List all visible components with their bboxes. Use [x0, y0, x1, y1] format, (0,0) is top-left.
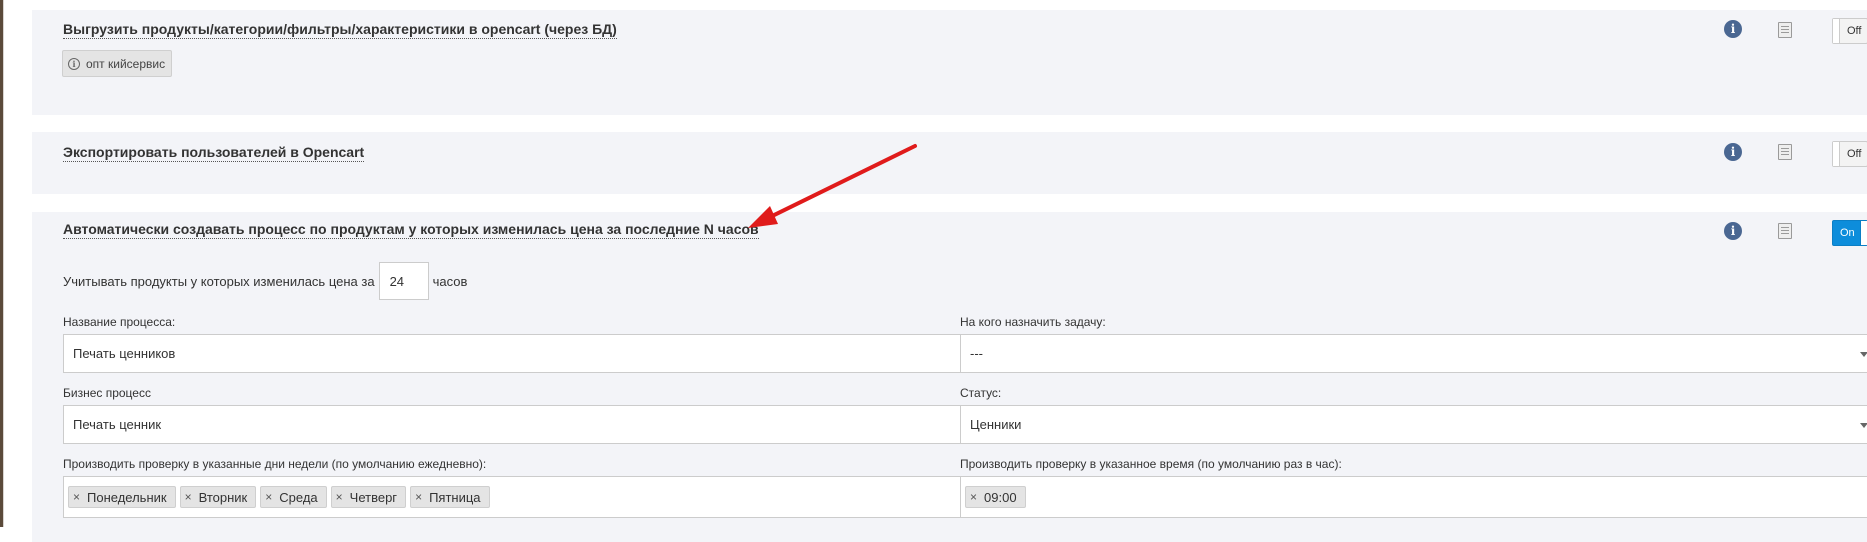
- business-process-select[interactable]: Печать ценник: [63, 405, 981, 444]
- store-tag: i опт кийсервис: [62, 50, 173, 77]
- chip-remove-icon[interactable]: ×: [185, 490, 192, 504]
- time-label: Производить проверку в указанное время (…: [960, 457, 1342, 471]
- enable-toggle[interactable]: Off: [1832, 18, 1867, 44]
- copy-icon[interactable]: [1778, 144, 1792, 160]
- task-row-export-users: Экспортировать пользователей в Opencart …: [32, 132, 1867, 194]
- day-chip: × Вторник: [179, 486, 257, 508]
- task-row-opencart-export: Выгрузить продукты/категории/фильтры/хар…: [32, 10, 1867, 115]
- day-chip: × Понедельник: [68, 486, 176, 508]
- time-chip: × 09:00: [965, 486, 1026, 508]
- copy-icon[interactable]: [1778, 22, 1792, 38]
- toggle-label: Off: [1847, 25, 1862, 37]
- left-edge-border: [0, 0, 4, 527]
- status-value: Ценники: [970, 417, 1022, 432]
- assignee-label: На кого назначить задачу:: [960, 315, 1106, 329]
- chip-remove-icon[interactable]: ×: [265, 490, 272, 504]
- arrow-head: [748, 206, 778, 228]
- task-title[interactable]: Выгрузить продукты/категории/фильтры/хар…: [63, 21, 617, 39]
- day-chip: × Среда: [260, 486, 327, 508]
- day-chip: × Четверг: [330, 486, 407, 508]
- chip-remove-icon[interactable]: ×: [415, 490, 422, 504]
- info-icon[interactable]: i: [1724, 222, 1742, 240]
- annotation-arrow: [748, 144, 917, 228]
- enable-toggle[interactable]: Off: [1832, 141, 1867, 167]
- info-small-icon: i: [68, 57, 80, 70]
- hours-label-before: Учитывать продукты у которых изменилась …: [63, 273, 375, 289]
- toggle-label: Off: [1847, 148, 1862, 160]
- info-icon[interactable]: i: [1724, 143, 1742, 161]
- hours-setting: Учитывать продукты у которых изменилась …: [63, 262, 467, 300]
- chip-remove-icon[interactable]: ×: [73, 490, 80, 504]
- toggle-label: On: [1840, 227, 1855, 239]
- task-title[interactable]: Экспортировать пользователей в Opencart: [63, 144, 365, 162]
- hours-input[interactable]: [378, 262, 429, 300]
- enable-toggle[interactable]: On: [1832, 220, 1867, 246]
- chip-remove-icon[interactable]: ×: [336, 490, 343, 504]
- task-title[interactable]: Автоматически создавать процесс по проду…: [63, 221, 759, 239]
- day-chip: × Пятница: [410, 486, 490, 508]
- toggle-knob: [1860, 221, 1867, 245]
- status-label: Статус:: [960, 386, 1002, 400]
- store-tag-label: опт кийсервис: [86, 56, 166, 71]
- toggle-knob: [1833, 19, 1840, 43]
- chevron-down-icon: [1860, 352, 1867, 357]
- chevron-down-icon: [1860, 423, 1867, 428]
- process-name-label: Название процесса:: [63, 315, 176, 329]
- hours-label-after: часов: [432, 273, 468, 289]
- time-multiselect[interactable]: × 09:00: [960, 476, 1867, 518]
- days-multiselect[interactable]: × Понедельник × Вторник × Среда × Четверг × П…: [63, 476, 981, 518]
- chip-remove-icon[interactable]: ×: [970, 490, 977, 504]
- toggle-knob: [1833, 142, 1840, 166]
- status-select[interactable]: Ценники: [960, 405, 1867, 444]
- days-label: Производить проверку в указанные дни нед…: [63, 457, 487, 471]
- business-process-value: Печать ценник: [73, 417, 162, 432]
- copy-icon[interactable]: [1778, 223, 1792, 239]
- info-icon[interactable]: i: [1724, 20, 1742, 38]
- business-process-label: Бизнес процесс: [63, 386, 151, 400]
- task-row-auto-process: Автоматически создавать процесс по проду…: [32, 212, 1867, 542]
- assignee-select[interactable]: ---: [960, 334, 1867, 373]
- process-name-input[interactable]: Печать ценников: [63, 334, 981, 373]
- assignee-value: ---: [970, 346, 983, 361]
- process-name-value: Печать ценников: [73, 346, 176, 361]
- arrow-shaft: [758, 144, 917, 224]
